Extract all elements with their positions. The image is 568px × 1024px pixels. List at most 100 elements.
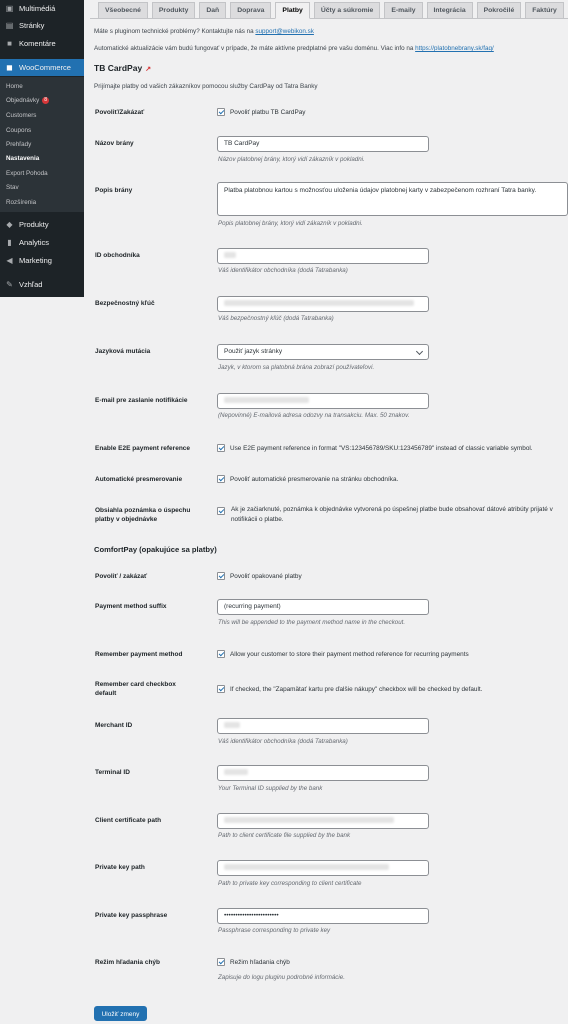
menu-label: Stránky [19,20,45,30]
checkbox-checked-icon[interactable] [217,685,225,693]
remember-label: Remember payment method [95,651,183,658]
cert-input[interactable] [217,813,429,829]
note-checkbox[interactable] [217,507,230,515]
menu-marketing[interactable]: ◀ Marketing [0,254,84,266]
menu-label: Multimédiá [19,3,56,13]
debug-checkbox[interactable]: Režim hľadania chýb [217,958,290,966]
submenu-customers[interactable]: Customers [6,112,36,119]
tab-advanced[interactable]: Pokročilé [476,2,522,19]
tab-payments[interactable]: Platby [275,2,310,19]
tab-integration[interactable]: Integrácia [426,2,473,19]
woocommerce-submenu: Home Objednávky 8 Customers Coupons Prehľ… [0,77,84,212]
submenu-coupons[interactable]: Coupons [6,127,31,134]
submenu-settings[interactable]: Nastavenia [6,155,39,162]
support-notice-text: Máte s pluginom technické problémy? Kont… [94,28,254,35]
menu-label: Komentáre [19,38,56,48]
submenu-export-pohoda[interactable]: Export Pohoda [6,170,48,177]
description-textarea[interactable]: Platba platobnou kartou s možnosťou ulož… [217,182,568,216]
submenu-home[interactable]: Home [6,83,23,90]
menu-media[interactable]: ▣ Multimédiá [0,2,84,14]
checkbox-checked-icon[interactable] [217,475,225,483]
terminal-input[interactable] [217,765,429,781]
media-icon: ▣ [5,3,14,13]
checkbox-checked-icon[interactable] [217,650,225,658]
passphrase-label: Private key passphrase [95,912,168,919]
tab-emails[interactable]: E-maily [384,2,423,19]
enable-checkbox-label: Povoliť platbu TB CardPay [230,108,306,116]
menu-label: Marketing [19,255,52,265]
passphrase-desc: Passphrase corresponding to private key [218,927,331,934]
tab-tax[interactable]: Daň [199,2,227,19]
passphrase-input[interactable]: •••••••••••••••••••••••• [217,908,429,924]
language-desc: Jazyk, v ktorom sa platobná brána zobraz… [218,364,375,371]
secret-key-input[interactable] [217,296,429,312]
checkbox-checked-icon[interactable] [217,108,225,116]
merchant-id-desc: Váš identifikátor obchodníka (dodá Tatra… [218,267,348,274]
enable-checkbox[interactable]: Povoliť platbu TB CardPay [217,108,305,116]
menu-comments[interactable]: ■ Komentáre [0,37,84,49]
save-button[interactable]: Uložiť zmeny [94,1006,147,1021]
remember-checkbox[interactable]: Allow your customer to store their payme… [217,650,469,658]
redirect-checkbox-label: Povoliť automatické presmerovanie na str… [230,475,399,483]
redacted-value [224,252,236,259]
submenu-reports[interactable]: Prehľady [6,141,31,148]
redirect-checkbox[interactable]: Povoliť automatické presmerovanie na str… [217,475,398,483]
section-description: Prijímajte platby od vašich zákazníkov p… [94,83,318,90]
support-notice: Máte s pluginom technické problémy? Kont… [94,28,314,35]
submenu-extensions[interactable]: Rozšírenia [6,199,36,206]
menu-label: WooCommerce [19,63,71,72]
submenu-orders-label: Objednávky [6,97,40,105]
cp-merchant-input[interactable] [217,718,429,734]
comfortpay-title: ComfortPay (opakujúce sa platby) [94,545,217,554]
suffix-desc: This will be appended to the payment met… [218,619,406,626]
menu-label: Analytics [19,237,50,247]
title-input[interactable]: TB CardPay [217,136,429,152]
checkbox-checked-icon[interactable] [217,444,225,452]
redacted-value [224,722,240,729]
redacted-value [224,817,394,824]
cp-merchant-label: Merchant ID [95,722,133,729]
suffix-label: Payment method suffix [95,603,167,610]
e2e-checkbox-label: Use E2E payment reference in format "VS:… [230,444,533,452]
tab-products[interactable]: Produkty [151,2,196,19]
support-email-link[interactable]: support@webikon.sk [255,28,314,35]
tab-general[interactable]: Všeobecné [98,2,148,19]
e2e-checkbox[interactable]: Use E2E payment reference in format "VS:… [217,444,533,452]
title-label: Názov brány [95,140,134,147]
menu-pages[interactable]: ▤ Stránky [0,19,84,31]
products-icon: ◆ [6,219,13,229]
remember-default-checkbox[interactable]: If checked, the "Zapamätať kartu pre ďal… [217,685,482,693]
redacted-value [224,397,309,404]
tab-shipping[interactable]: Doprava [230,2,272,19]
debug-desc: Zapisuje do logu pluginu podrobné inform… [218,974,345,981]
note-checkbox-label: Ak je začiarknuté, poznámka k objednávke… [231,506,553,523]
cp-enable-checkbox[interactable]: Povoliť opakované platby [217,572,302,580]
redacted-value [224,864,389,871]
suffix-input[interactable]: (recurring payment) [217,599,429,615]
redacted-value [224,300,414,307]
debug-label: Režim hľadania chýb [95,959,160,966]
checkbox-checked-icon[interactable] [217,958,225,966]
menu-analytics[interactable]: ▮ Analytics [0,236,84,248]
menu-appearance[interactable]: ✎ Vzhľad [0,278,84,290]
woocommerce-icon: ◼ [6,63,13,72]
terminal-label: Terminal ID [95,769,130,776]
email-desc: (Nepovinné) E-mailová adresa odozvy na t… [218,412,410,419]
merchant-id-input[interactable] [217,248,429,264]
tab-accounts-privacy[interactable]: Účty a súkromie [313,2,381,19]
description-desc: Popis platobnej brány, ktorý vidí zákazn… [218,220,363,227]
language-select[interactable]: Použiť jazyk stránky [217,344,429,360]
external-link-icon[interactable]: ↗ [145,65,151,73]
menu-label: Vzhľad [19,279,43,289]
submenu-status[interactable]: Stav [6,184,19,191]
tab-invoices[interactable]: Faktúry [525,2,564,19]
email-input[interactable] [217,393,429,409]
menu-woocommerce[interactable]: ◼ WooCommerce [0,59,84,76]
checkbox-checked-icon[interactable] [217,507,225,515]
key-input[interactable] [217,860,429,876]
checkbox-checked-icon[interactable] [217,572,225,580]
faq-link[interactable]: https://platobnebrany.sk/faq/ [415,45,494,52]
submenu-orders[interactable]: Objednávky 8 [6,97,50,105]
menu-products[interactable]: ◆ Produkty [0,218,84,230]
active-menu-arrow [84,92,90,104]
